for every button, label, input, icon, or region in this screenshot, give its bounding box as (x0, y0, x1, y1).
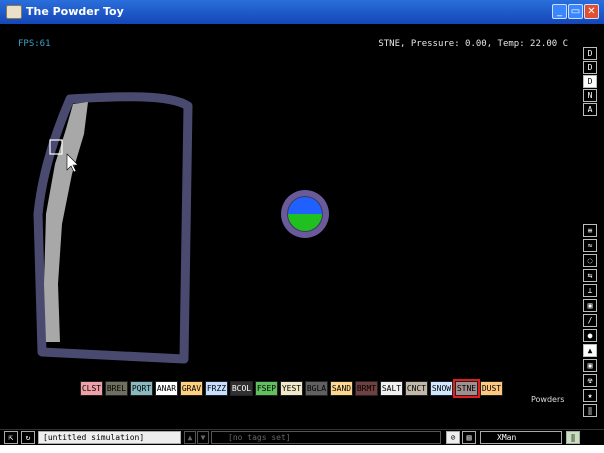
app-icon (6, 5, 22, 19)
element-button-snow[interactable]: SNOW (430, 381, 453, 396)
user-login-button[interactable]: XMan (480, 431, 562, 444)
taskbar-strip (0, 445, 604, 453)
options-icon[interactable]: ▤ (462, 431, 476, 444)
open-icon[interactable]: ⇱ (4, 431, 18, 444)
category-special-icon[interactable]: ★ (583, 389, 597, 402)
element-button-pqrt[interactable]: PQRT (130, 381, 153, 396)
element-button-fsep[interactable]: FSEP (255, 381, 278, 396)
element-button-salt[interactable]: SALT (380, 381, 403, 396)
pause-button[interactable]: ‖ (566, 431, 580, 444)
simulation-name-field[interactable]: [untitled simulation] (38, 431, 181, 444)
display-mode-button[interactable]: D (583, 75, 597, 88)
minimize-button[interactable]: _ (552, 4, 567, 19)
vote-down-icon[interactable]: ▼ (197, 431, 209, 444)
clear-icon[interactable]: ⊘ (446, 431, 460, 444)
element-button-stne[interactable]: STNE (453, 379, 480, 398)
element-button-sand[interactable]: SAND (330, 381, 353, 396)
window-title: The Powder Toy (26, 5, 124, 18)
category-sensors-icon[interactable]: ⇆ (583, 269, 597, 282)
category-walls-icon[interactable]: ≡ (583, 224, 597, 237)
element-button-brmt[interactable]: BRMT (355, 381, 378, 396)
category-explosives-icon[interactable]: ▣ (583, 299, 597, 312)
element-button-anar[interactable]: ANAR (155, 381, 178, 396)
display-mode-button[interactable]: D (583, 61, 597, 74)
category-radioactive-icon[interactable]: ☢ (583, 374, 597, 387)
element-button-brel[interactable]: BREL (105, 381, 128, 396)
category-gases-icon[interactable]: / (583, 314, 597, 327)
element-button-yest[interactable]: YEST (280, 381, 303, 396)
element-button-frzz[interactable]: FRZZ (205, 381, 228, 396)
display-mode-button[interactable]: N (583, 89, 597, 102)
reload-icon[interactable]: ↻ (21, 431, 35, 444)
element-button-grav[interactable]: GRAV (180, 381, 203, 396)
tags-field[interactable]: [no tags set] (211, 431, 441, 444)
category-label: Powders (531, 395, 565, 404)
title-bar: The Powder Toy _ ▭ ✕ (0, 0, 604, 24)
element-button-cnct[interactable]: CNCT (405, 381, 428, 396)
category-force-icon[interactable]: ⟂ (583, 284, 597, 297)
category-powders-icon[interactable]: ▲ (583, 344, 597, 357)
element-button-clst[interactable]: CLST (80, 381, 103, 396)
category-liquids-icon[interactable]: ● (583, 329, 597, 342)
element-button-bcol[interactable]: BCOL (230, 381, 253, 396)
vote-up-icon[interactable]: ▲ (184, 431, 196, 444)
category-electronics-icon[interactable]: ≈ (583, 239, 597, 252)
simulation-drawing (33, 92, 329, 364)
element-button-dust[interactable]: DUST (480, 381, 503, 396)
category-solids-icon[interactable]: ▣ (583, 359, 597, 372)
close-button[interactable]: ✕ (584, 4, 599, 19)
bottom-bar: ⇱ ↻ [untitled simulation] ▲ ▼ [no tags s… (0, 429, 604, 446)
display-mode-button[interactable]: A (583, 103, 597, 116)
category-powered-icon[interactable]: ◌ (583, 254, 597, 267)
display-mode-button[interactable]: D (583, 47, 597, 60)
element-button-bgla[interactable]: BGLA (305, 381, 328, 396)
maximize-button[interactable]: ▭ (568, 4, 583, 19)
simulation-canvas[interactable]: FPS:61 STNE, Pressure: 0.00, Temp: 22.00… (0, 24, 604, 429)
category-tools-icon[interactable]: ‖ (583, 404, 597, 417)
